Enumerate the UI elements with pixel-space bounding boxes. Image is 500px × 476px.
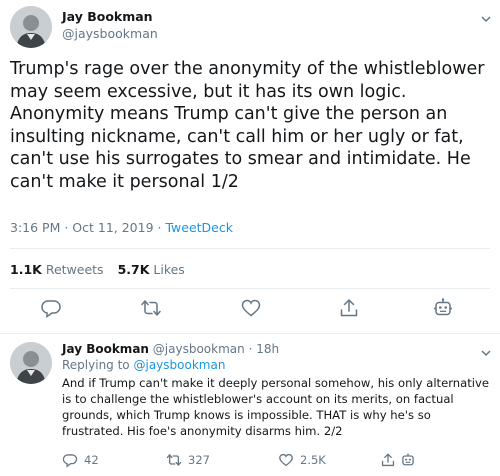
bot-icon xyxy=(402,453,414,466)
main-tweet: Jay Bookman @jaysbookman Trump's rage ov… xyxy=(0,0,500,334)
divider xyxy=(10,288,490,289)
reply-icon xyxy=(62,454,78,468)
like-button[interactable]: 2.5K xyxy=(278,452,326,468)
reply-time[interactable]: · 18h xyxy=(249,342,280,356)
reply-button[interactable]: 42 xyxy=(62,452,99,468)
bot-button[interactable] xyxy=(400,452,416,468)
author-handle[interactable]: @jaysbookman xyxy=(62,26,158,41)
chevron-down-icon[interactable] xyxy=(480,10,492,23)
author-handle[interactable]: @jaysbookman xyxy=(153,342,245,356)
likes-count: 5.7K xyxy=(117,262,150,277)
author-name[interactable]: Jay Bookman xyxy=(62,342,149,356)
retweet-button[interactable]: 327 xyxy=(166,452,210,468)
likes-label: Likes xyxy=(153,262,185,277)
retweets-stat[interactable]: 1.1K Retweets xyxy=(10,262,104,277)
tweet-source[interactable]: TweetDeck xyxy=(165,220,233,235)
retweet-icon[interactable] xyxy=(140,297,162,319)
reply-text: And if Trump can't make it deeply person… xyxy=(62,376,489,438)
like-icon xyxy=(279,453,293,467)
retweet-count: 327 xyxy=(188,453,210,467)
bot-icon[interactable] xyxy=(432,297,454,319)
retweets-count: 1.1K xyxy=(10,262,42,277)
reply-tweet[interactable]: Jay Bookman @jaysbookman · 18h Replying … xyxy=(0,334,500,476)
reply-count: 42 xyxy=(84,453,99,467)
reply-icon[interactable] xyxy=(40,297,62,319)
replying-to-handle[interactable]: @jaysbookman xyxy=(133,358,225,372)
share-icon[interactable] xyxy=(338,297,360,319)
reply-actions: 42 327 2.5K xyxy=(62,452,492,470)
avatar[interactable] xyxy=(10,6,52,48)
meta-separator: · xyxy=(153,220,166,235)
tweet-stats: 1.1K Retweets 5.7K Likes xyxy=(10,262,185,277)
retweets-label: Retweets xyxy=(45,262,104,277)
share-button[interactable] xyxy=(380,452,396,468)
likes-stat[interactable]: 5.7K Likes xyxy=(118,262,185,277)
tweet-meta: 3:16 PM · Oct 11, 2019 · TweetDeck xyxy=(10,220,233,235)
author-name[interactable]: Jay Bookman xyxy=(62,9,153,24)
like-icon[interactable] xyxy=(240,297,262,319)
retweet-icon xyxy=(166,454,182,466)
avatar[interactable] xyxy=(10,342,52,384)
chevron-down-icon[interactable] xyxy=(480,344,492,357)
tweet-actions xyxy=(0,297,500,325)
reply-header: Jay Bookman @jaysbookman · 18h xyxy=(62,342,279,356)
tweet-timestamp[interactable]: 3:16 PM · Oct 11, 2019 xyxy=(10,220,154,235)
replying-to-label: Replying to xyxy=(62,358,130,372)
divider xyxy=(10,248,490,249)
like-count: 2.5K xyxy=(300,453,326,467)
tweet-text: Trump's rage over the anonymity of the w… xyxy=(10,59,485,192)
share-icon xyxy=(381,453,395,467)
replying-to: Replying to @jaysbookman xyxy=(62,358,225,372)
